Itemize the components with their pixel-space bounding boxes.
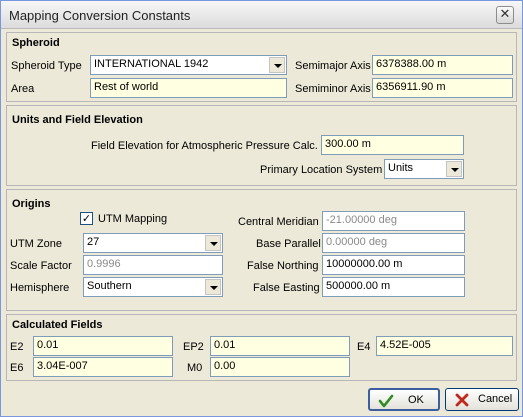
scale-factor-label: Scale Factor	[10, 260, 72, 272]
e6-field[interactable]: 3.04E-007	[33, 357, 173, 377]
spheroid-type-value: INTERNATIONAL 1942	[94, 58, 209, 70]
m0-label: M0	[187, 362, 203, 374]
spheroid-section: Spheroid Spheroid Type INTERNATIONAL 194…	[6, 32, 517, 102]
primary-location-value: Units	[388, 162, 414, 174]
chevron-down-icon[interactable]	[269, 57, 285, 73]
area-field[interactable]: Rest of world	[90, 78, 287, 98]
primary-location-label: Primary Location System	[260, 164, 383, 176]
semimajor-field[interactable]: 6378388.00 m	[372, 55, 513, 75]
units-section: Units and Field Elevation Field Elevatio…	[6, 105, 517, 186]
utm-zone-label: UTM Zone	[10, 238, 62, 250]
chevron-down-icon[interactable]	[205, 235, 221, 251]
scale-factor-field[interactable]: 0.9996	[83, 255, 223, 275]
semiminor-field[interactable]: 6356911.90 m	[372, 78, 513, 98]
e4-field[interactable]: 4.52E-005	[376, 336, 513, 356]
field-elevation-label: Field Elevation for Atmospheric Pressure…	[91, 140, 318, 152]
e6-label: E6	[10, 362, 24, 374]
false-easting-field[interactable]: 500000.00 m	[322, 277, 465, 297]
x-cancel-icon	[455, 393, 469, 407]
false-northing-label: False Northing	[247, 260, 319, 272]
base-parallel-label: Base Parallel	[256, 238, 321, 250]
units-heading: Units and Field Elevation	[12, 114, 143, 126]
central-meridian-field[interactable]: -21.00000 deg	[322, 211, 465, 231]
calculated-section: Calculated Fields E2 0.01 EP2 0.01 E4 4.…	[6, 314, 517, 381]
semimajor-label: Semimajor Axis	[295, 60, 371, 72]
origins-heading: Origins	[12, 198, 51, 210]
utm-mapping-label[interactable]: UTM Mapping	[98, 213, 167, 225]
hemisphere-label: Hemisphere	[10, 282, 70, 294]
false-northing-field[interactable]: 10000000.00 m	[322, 255, 465, 275]
field-elevation-input[interactable]: 300.00 m	[321, 135, 464, 155]
ep2-label: EP2	[183, 341, 204, 353]
ok-label: OK	[408, 394, 424, 406]
ep2-field[interactable]: 0.01	[210, 336, 350, 356]
cancel-button[interactable]: Cancel	[445, 388, 519, 411]
area-label: Area	[11, 83, 35, 95]
check-icon: ✓	[81, 212, 92, 225]
central-meridian-label: Central Meridian	[238, 216, 319, 228]
m0-field[interactable]: 0.00	[210, 357, 350, 377]
utm-mapping-checkbox[interactable]: ✓	[80, 212, 93, 225]
origins-section: Origins ✓ UTM Mapping UTM Zone 27 Scale …	[6, 189, 517, 311]
close-button[interactable]: ✕	[496, 6, 514, 24]
primary-location-select[interactable]: Units	[384, 159, 464, 179]
cancel-label: Cancel	[478, 393, 513, 405]
calculated-heading: Calculated Fields	[12, 319, 103, 331]
title-bar[interactable]: Mapping Conversion Constants ✕	[1, 1, 522, 29]
utm-zone-select[interactable]: 27	[83, 233, 223, 253]
spheroid-type-label: Spheroid Type	[11, 60, 82, 72]
base-parallel-field[interactable]: 0.00000 deg	[322, 233, 465, 253]
false-easting-label: False Easting	[253, 282, 320, 294]
chevron-down-icon[interactable]	[205, 279, 221, 295]
spheroid-type-select[interactable]: INTERNATIONAL 1942	[90, 55, 287, 75]
utm-zone-value: 27	[87, 236, 100, 248]
e4-label: E4	[357, 341, 371, 353]
e2-label: E2	[10, 341, 24, 353]
hemisphere-value: Southern	[87, 280, 132, 292]
window-title: Mapping Conversion Constants	[9, 8, 191, 23]
ok-button[interactable]: OK	[368, 388, 440, 411]
hemisphere-select[interactable]: Southern	[83, 277, 223, 297]
chevron-down-icon[interactable]	[446, 161, 462, 177]
e2-field[interactable]: 0.01	[33, 336, 173, 356]
spheroid-heading: Spheroid	[12, 37, 60, 49]
checkmark-icon	[378, 394, 394, 408]
close-icon: ✕	[499, 7, 511, 22]
dialog-window: Mapping Conversion Constants ✕ Spheroid …	[0, 0, 523, 417]
semiminor-label: Semiminor Axis	[295, 83, 371, 95]
